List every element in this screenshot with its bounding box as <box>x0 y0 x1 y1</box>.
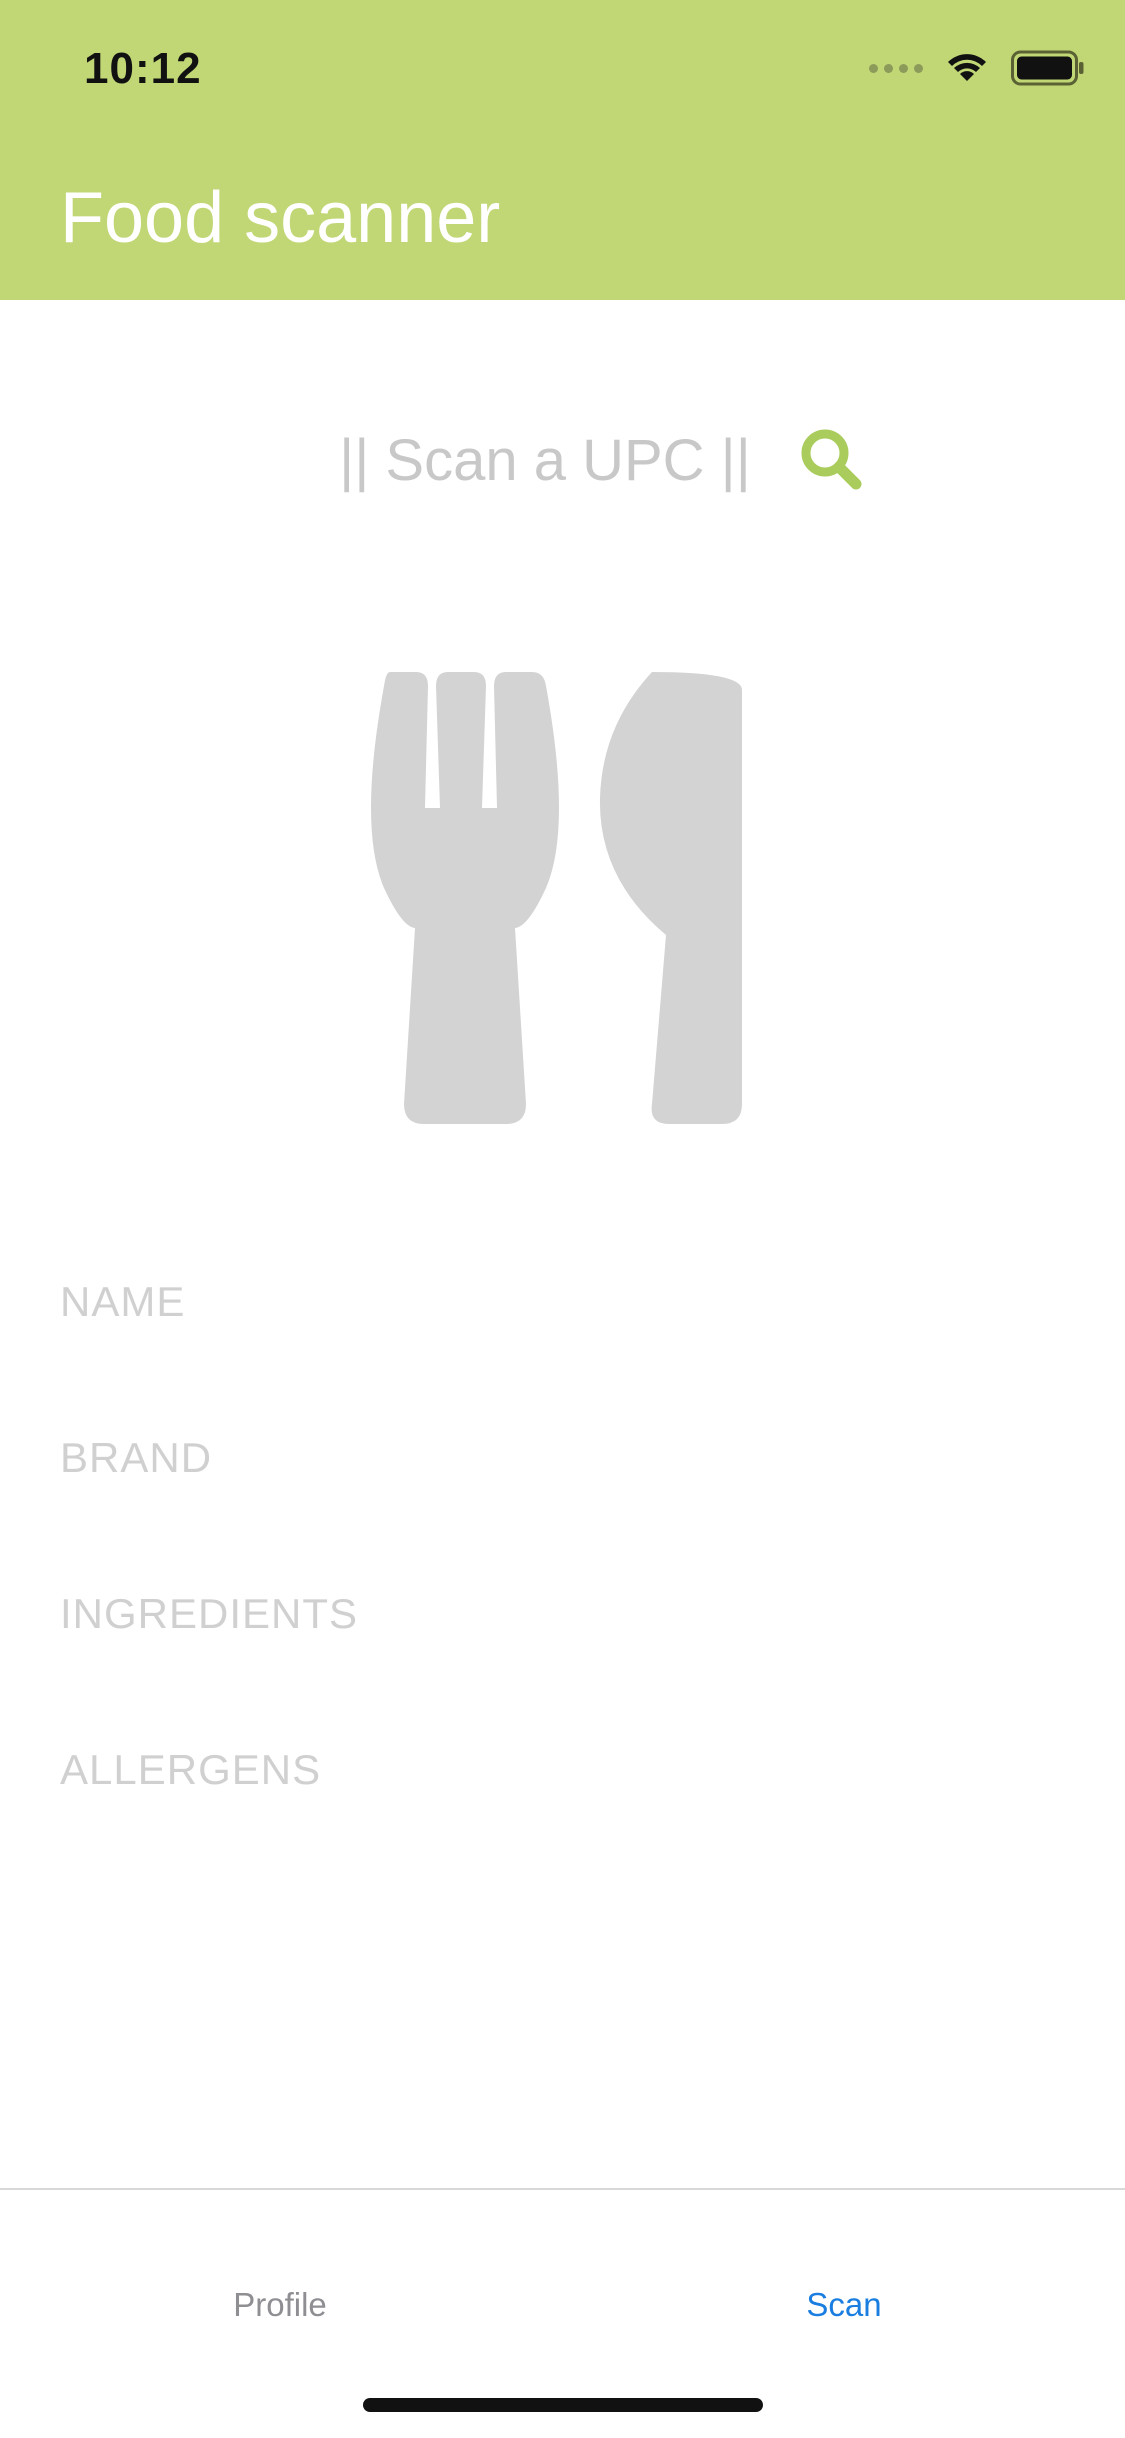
home-indicator[interactable] <box>363 2398 763 2412</box>
cellular-signal-icon <box>869 63 923 73</box>
page-title: Food scanner <box>60 178 501 258</box>
brand-label: BRAND <box>60 1434 213 1481</box>
search-button[interactable] <box>796 424 868 496</box>
tab-scan[interactable]: Scan <box>744 2286 944 2324</box>
name-label: NAME <box>60 1278 186 1325</box>
navigation-header: 10:12 Food scanner <box>0 0 1125 300</box>
search-icon <box>801 429 862 490</box>
battery-icon <box>1011 50 1084 86</box>
status-bar-time: 10:12 <box>84 44 202 93</box>
fork-knife-icon <box>371 672 742 1124</box>
upc-search-row <box>0 420 1125 500</box>
status-bar-icons <box>869 50 1085 86</box>
upc-input[interactable] <box>300 420 790 500</box>
allergens-label: ALLERGENS <box>60 1746 322 1793</box>
wifi-icon <box>948 54 986 81</box>
tab-profile[interactable]: Profile <box>180 2286 380 2324</box>
ingredients-label: INGREDIENTS <box>60 1590 359 1637</box>
